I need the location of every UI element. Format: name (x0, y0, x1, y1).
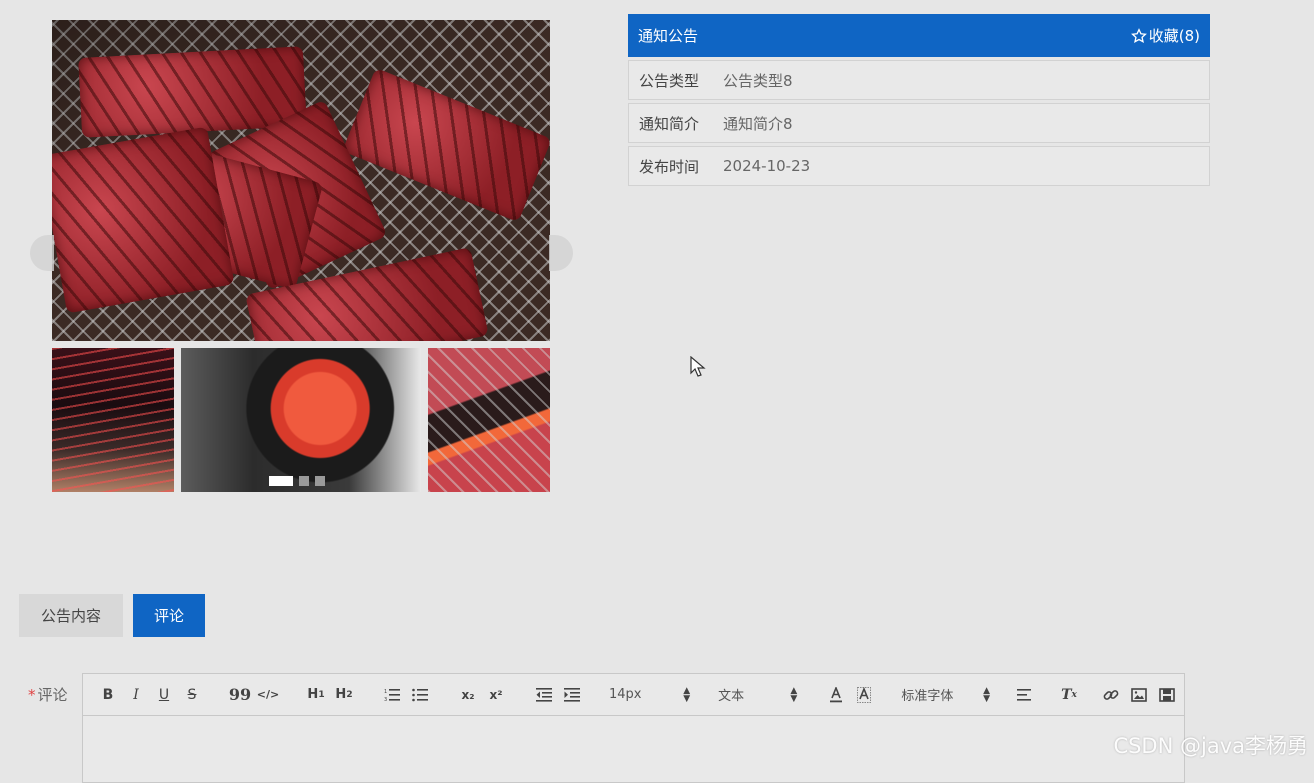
carousel-next-button[interactable] (549, 235, 573, 271)
h2-number: 2 (346, 689, 353, 700)
favorite-label: 收藏(8) (1148, 27, 1200, 45)
svg-text:3: 3 (384, 697, 387, 702)
thumbnail-spicy-stew[interactable] (181, 348, 421, 492)
link-button[interactable] (1100, 684, 1122, 706)
tab-comment[interactable]: 评论 (133, 594, 205, 637)
background-color-icon (857, 686, 872, 703)
notice-info-panel: 通知公告 收藏(8) 公告类型 公告类型8 通知简介 通知简介8 发布时间 20… (628, 14, 1210, 186)
font-family-value: 标准字体 (901, 689, 954, 704)
info-value: 通知简介8 (723, 114, 793, 133)
comment-label-text: 评论 (37, 686, 68, 704)
carousel-prev-button[interactable] (30, 235, 54, 271)
h2-letter: H (335, 687, 347, 702)
carousel-indicator-1[interactable] (269, 476, 293, 486)
select-arrows-icon: ▲ ▼ (683, 685, 691, 704)
ordered-list-icon: 1 3 (384, 688, 400, 702)
image-icon (1131, 687, 1147, 702)
select-arrows-icon: ▲ ▼ (790, 685, 798, 704)
tab-notice-content[interactable]: 公告内容 (19, 594, 123, 637)
font-size-select[interactable]: 14px ▲ ▼ (609, 685, 691, 704)
indent-button[interactable] (561, 684, 583, 706)
blockquote-button[interactable]: 99 (229, 684, 251, 706)
svg-text:1: 1 (384, 689, 387, 695)
code-block-button[interactable]: </> (257, 684, 279, 706)
align-left-icon (1017, 688, 1031, 701)
info-value: 2024-10-23 (723, 157, 811, 175)
h1-number: 1 (318, 689, 325, 700)
image-button[interactable] (1128, 684, 1150, 706)
font-size-value: 14px (609, 687, 642, 702)
bullet-list-button[interactable] (409, 684, 431, 706)
video-button[interactable] (1156, 684, 1178, 706)
info-value: 公告类型8 (723, 71, 793, 90)
info-label: 发布时间 (639, 157, 700, 176)
heading-1-button[interactable]: H1 (305, 684, 327, 706)
thumbnail-restaurant-interior[interactable] (52, 348, 174, 492)
notice-title: 通知公告 (638, 27, 699, 45)
editor-content-area[interactable] (83, 716, 1184, 782)
link-icon (1103, 689, 1119, 700)
carousel-indicator-2[interactable] (299, 476, 309, 486)
clear-format-sub: x (1071, 689, 1077, 700)
bold-button[interactable]: B (97, 684, 119, 706)
info-row-summary: 通知简介 通知简介8 (628, 103, 1210, 143)
info-label: 公告类型 (639, 71, 700, 90)
info-row-type: 公告类型 公告类型8 (628, 60, 1210, 100)
bullet-list-icon (412, 688, 428, 701)
image-carousel (30, 20, 573, 493)
clear-format-letter: T (1061, 686, 1072, 703)
subscript-button[interactable]: x₂ (457, 684, 479, 706)
favorite-button[interactable]: 收藏(8) (1130, 25, 1200, 46)
meat-slice (342, 67, 550, 223)
outdent-button[interactable] (533, 684, 555, 706)
font-family-select[interactable]: 标准字体 ▲ ▼ (901, 685, 990, 704)
required-mark: * (28, 686, 36, 704)
font-color-icon (830, 686, 843, 702)
align-button[interactable] (1014, 684, 1036, 706)
comment-field-label: * 评论 (28, 684, 68, 705)
strike-button[interactable]: S (181, 684, 203, 706)
info-label: 通知简介 (639, 114, 700, 133)
select-arrows-icon: ▲ ▼ (983, 685, 990, 704)
heading-2-button[interactable]: H2 (333, 684, 355, 706)
superscript-button[interactable]: x² (485, 684, 507, 706)
notice-header: 通知公告 收藏(8) (628, 14, 1210, 57)
underline-button[interactable]: U (153, 684, 175, 706)
info-row-date: 发布时间 2024-10-23 (628, 146, 1210, 186)
carousel-indicator-3[interactable] (315, 476, 325, 486)
carousel-main-image[interactable] (52, 20, 550, 341)
clear-format-button[interactable]: Tx (1058, 684, 1080, 706)
thumbnail-grilled-meat[interactable] (428, 348, 550, 492)
carousel-indicators (269, 476, 325, 486)
ordered-list-button[interactable]: 1 3 (381, 684, 403, 706)
background-color-button[interactable] (853, 684, 875, 706)
content-tabs: 公告内容 评论 (19, 594, 205, 637)
header-select[interactable]: 文本 ▲ ▼ (718, 685, 797, 704)
watermark-text: CSDN @java李杨勇 (1113, 734, 1308, 758)
indent-icon (564, 687, 580, 702)
video-icon (1159, 687, 1175, 702)
rich-text-editor: B I U S 99 </> H1 H2 1 3 x₂ x² 14px ▲ ▼ … (82, 673, 1185, 783)
italic-button[interactable]: I (125, 684, 147, 706)
mouse-cursor-icon (690, 356, 706, 377)
editor-toolbar: B I U S 99 </> H1 H2 1 3 x₂ x² 14px ▲ ▼ … (83, 674, 1184, 716)
star-outline-icon (1130, 27, 1147, 43)
font-color-button[interactable] (825, 684, 847, 706)
meat-slice (52, 126, 235, 314)
outdent-icon (536, 687, 552, 702)
h1-letter: H (307, 687, 319, 702)
header-value: 文本 (718, 689, 745, 704)
